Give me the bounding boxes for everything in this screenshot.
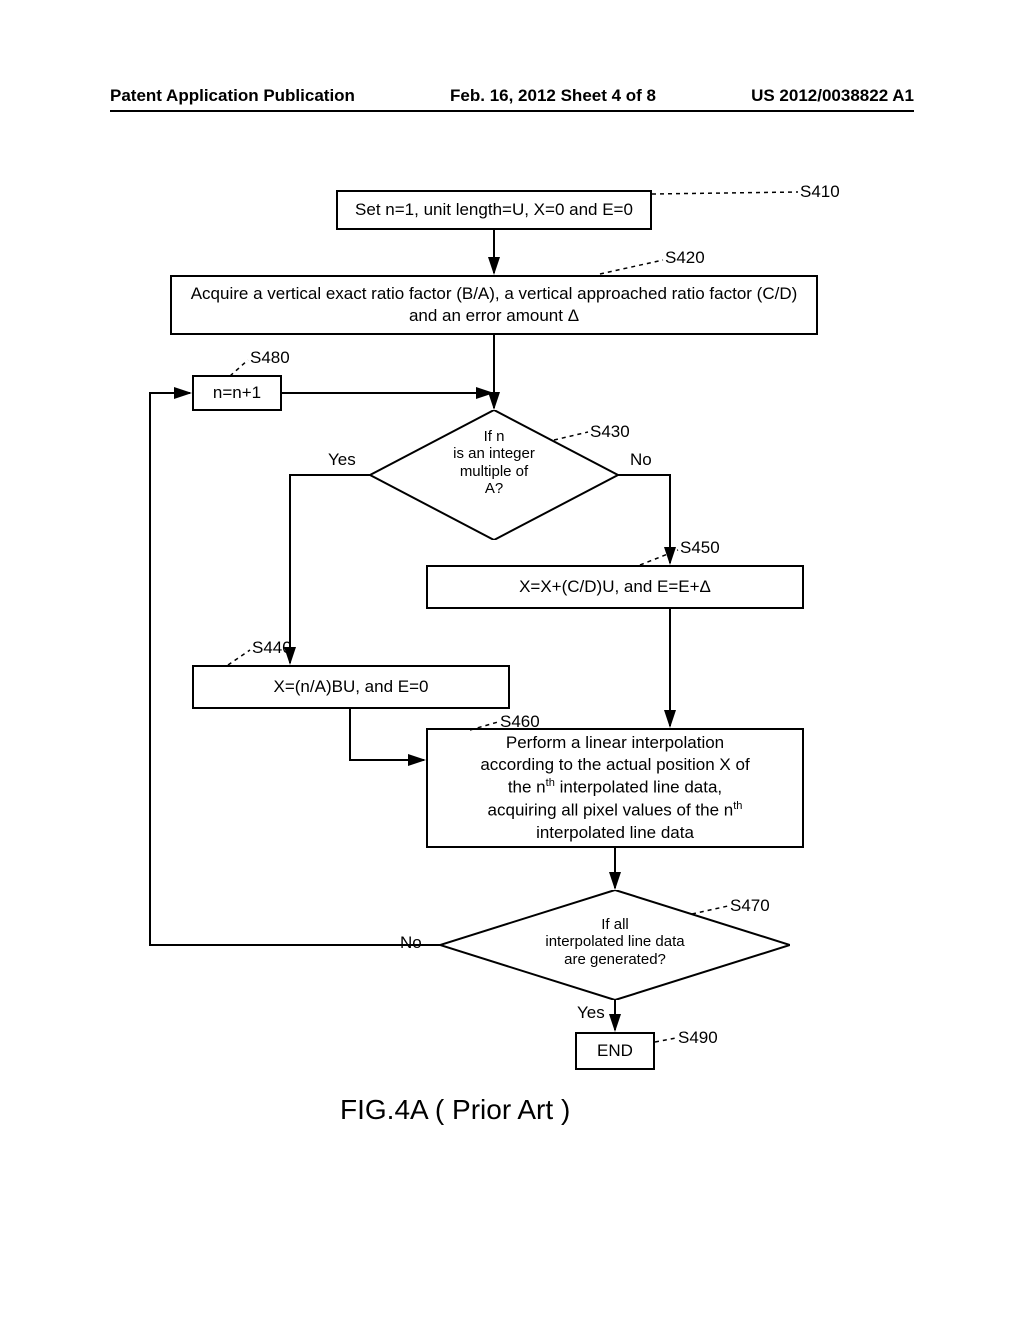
header-rule xyxy=(110,110,914,112)
s460-l3: the nth interpolated line data, xyxy=(508,776,722,799)
s430-l1: If n xyxy=(370,428,618,445)
s470-l2: interpolated line data xyxy=(440,933,790,950)
s470-yes: Yes xyxy=(577,1003,605,1023)
s430-l3: multiple of xyxy=(370,463,618,480)
box-s480: n=n+1 xyxy=(192,375,282,411)
label-s430: S430 xyxy=(590,422,630,442)
box-s440-text: X=(n/A)BU, and E=0 xyxy=(274,676,429,698)
label-s470: S470 xyxy=(730,896,770,916)
s470-l1: If all xyxy=(440,916,790,933)
box-end: END xyxy=(575,1032,655,1070)
box-s410: Set n=1, unit length=U, X=0 and E=0 xyxy=(336,190,652,230)
s460-l2: according to the actual position X of xyxy=(480,754,749,776)
label-s420: S420 xyxy=(665,248,705,268)
label-s450: S450 xyxy=(680,538,720,558)
box-s440: X=(n/A)BU, and E=0 xyxy=(192,665,510,709)
box-s410-text: Set n=1, unit length=U, X=0 and E=0 xyxy=(355,199,633,221)
end-text: END xyxy=(597,1040,633,1062)
header-left: Patent Application Publication xyxy=(110,86,355,106)
s460-l1: Perform a linear interpolation xyxy=(506,732,724,754)
page-header: Patent Application Publication Feb. 16, … xyxy=(0,86,1024,106)
s470-l3: are generated? xyxy=(440,951,790,968)
s470-no: No xyxy=(400,933,422,953)
box-s480-text: n=n+1 xyxy=(213,382,261,404)
header-center: Feb. 16, 2012 Sheet 4 of 8 xyxy=(450,86,656,106)
box-s450-text: X=X+(C/D)U, and E=E+Δ xyxy=(519,576,711,598)
s460-l4: acquiring all pixel values of the nth xyxy=(488,799,743,822)
box-s460: Perform a linear interpolation according… xyxy=(426,728,804,848)
diamond-s430: If n is an integer multiple of A? xyxy=(370,410,618,540)
box-s450: X=X+(C/D)U, and E=E+Δ xyxy=(426,565,804,609)
label-s440: S440 xyxy=(252,638,292,658)
s430-l4: A? xyxy=(370,480,618,497)
label-s410: S410 xyxy=(800,182,840,202)
box-s420: Acquire a vertical exact ratio factor (B… xyxy=(170,275,818,335)
s460-l5: interpolated line data xyxy=(536,822,694,844)
figure-caption: FIG.4A ( Prior Art ) xyxy=(340,1094,570,1126)
box-s420-text: Acquire a vertical exact ratio factor (B… xyxy=(182,283,806,327)
s430-yes: Yes xyxy=(328,450,356,470)
s430-no: No xyxy=(630,450,652,470)
s430-l2: is an integer xyxy=(370,445,618,462)
header-right: US 2012/0038822 A1 xyxy=(751,86,914,106)
label-s480: S480 xyxy=(250,348,290,368)
label-s460: S460 xyxy=(500,712,540,732)
label-s490: S490 xyxy=(678,1028,718,1048)
flowchart: Set n=1, unit length=U, X=0 and E=0 S410… xyxy=(110,170,914,1170)
